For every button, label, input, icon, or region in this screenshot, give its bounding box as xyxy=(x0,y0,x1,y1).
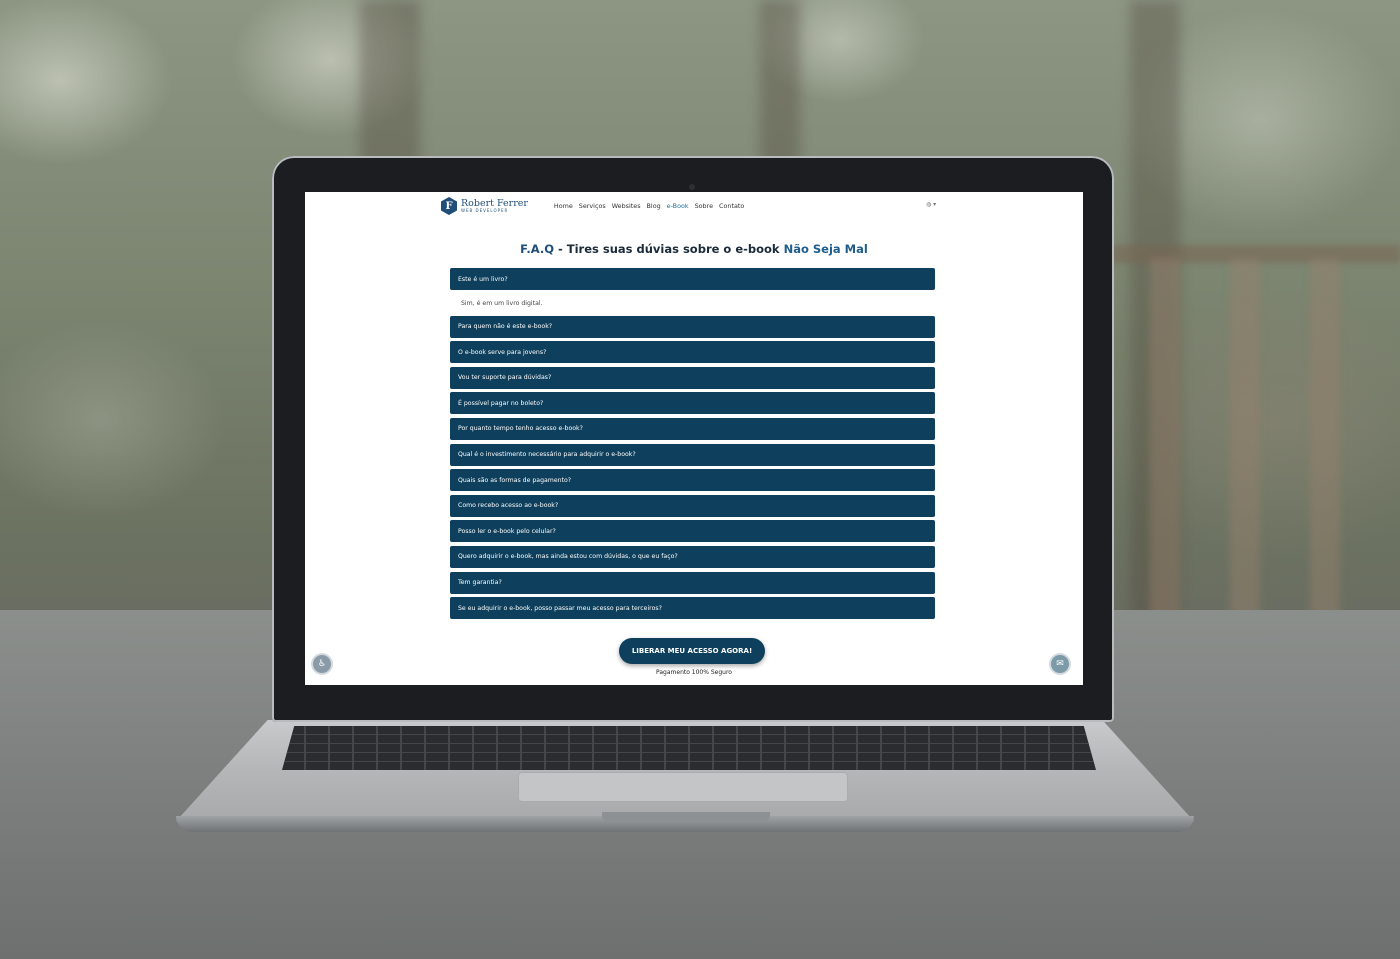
faq-accordion: Este é um livro? Sim, é em um livro digi… xyxy=(450,268,935,623)
secure-payment-note: Pagamento 100% Seguro xyxy=(656,669,732,676)
faq-question[interactable]: Como recebo acesso ao e-book? xyxy=(450,494,935,517)
faq-title-prefix: F.A.Q xyxy=(520,242,554,256)
nav-item-ebook[interactable]: e-Book xyxy=(667,202,689,210)
fence-post xyxy=(1150,258,1180,618)
language-selector[interactable]: ◍ ▾ xyxy=(926,201,936,208)
faq-title: F.A.Q - Tires suas dúvias sobre o e-book… xyxy=(305,242,1083,256)
nav-item-websites[interactable]: Websites xyxy=(612,202,641,210)
faq-question[interactable]: Tem garantia? xyxy=(450,571,935,594)
faq-question[interactable]: Este é um livro? xyxy=(450,268,935,290)
fence-post xyxy=(1230,258,1260,618)
nav-item-contato[interactable]: Contato xyxy=(719,202,744,210)
faq-question[interactable]: O e-book serve para jovens? xyxy=(450,341,935,364)
faq-question[interactable]: É possível pagar no boleto? xyxy=(450,392,935,415)
nav-item-servicos[interactable]: Serviços xyxy=(579,202,606,210)
main-menu: Home Serviços Websites Blog e-Book Sobre… xyxy=(554,202,744,210)
chat-icon[interactable]: ✉ xyxy=(1051,655,1069,673)
site-header: F Robert Ferrer WEB DEVELOPER Home Servi… xyxy=(441,194,744,218)
faq-question[interactable]: Quais são as formas de pagamento? xyxy=(450,469,935,492)
faq-question[interactable]: Se eu adquirir o e-book, posso passar me… xyxy=(450,597,935,620)
keyboard xyxy=(282,726,1096,770)
webcam xyxy=(689,184,695,190)
laptop-screen: F Robert Ferrer WEB DEVELOPER Home Servi… xyxy=(305,192,1083,685)
fence-post xyxy=(1310,258,1340,618)
nav-item-home[interactable]: Home xyxy=(554,202,573,210)
laptop-notch xyxy=(602,812,770,822)
faq-question[interactable]: Quero adquirir o e-book, mas ainda estou… xyxy=(450,545,935,568)
faq-title-highlight: Não Seja Mal xyxy=(783,242,868,256)
faq-question[interactable]: Qual é o investimento necessário para ad… xyxy=(450,443,935,466)
accessibility-icon[interactable]: ♿ xyxy=(313,655,331,673)
faq-title-middle: - Tires suas dúvias sobre o e-book xyxy=(553,242,784,256)
logo-tagline: WEB DEVELOPER xyxy=(461,207,509,213)
faq-question[interactable]: Para quem não é este e-book? xyxy=(450,315,935,338)
logo-initial: F xyxy=(445,200,453,212)
trackpad xyxy=(518,772,848,802)
nav-item-sobre[interactable]: Sobre xyxy=(695,202,713,210)
logo[interactable]: Robert Ferrer WEB DEVELOPER xyxy=(461,199,528,213)
faq-question[interactable]: Por quanto tempo tenho acesso e-book? xyxy=(450,417,935,440)
nav-item-blog[interactable]: Blog xyxy=(647,202,661,210)
liberar-acesso-button[interactable]: LIBERAR MEU ACESSO AGORA! xyxy=(619,638,765,664)
faq-answer: Sim, é em um livro digital. xyxy=(461,300,543,308)
faq-question[interactable]: Vou ter suporte para dúvidas? xyxy=(450,366,935,389)
logo-icon[interactable]: F xyxy=(441,197,457,215)
faq-question[interactable]: Posso ler o e-book pelo celular? xyxy=(450,520,935,543)
